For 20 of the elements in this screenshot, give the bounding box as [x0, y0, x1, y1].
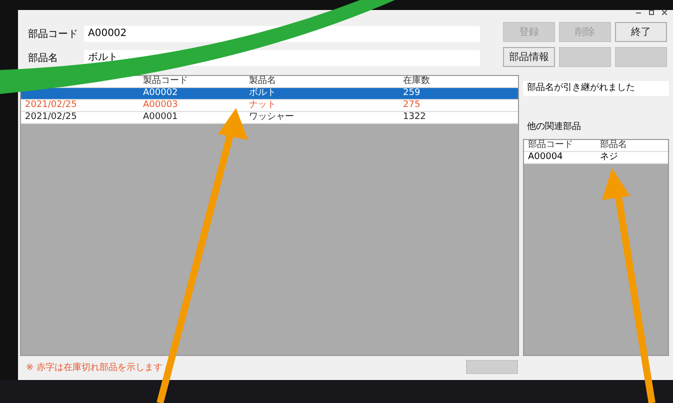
note-text: ※ 赤字は在庫切れ部品を示します — [26, 362, 162, 374]
table-row[interactable]: A00002 ボルト 259 — [21, 88, 518, 100]
table-row[interactable]: 2021/02/25 A00001 ワッシャー 1322 — [21, 112, 518, 124]
column-header: 部品名 — [599, 140, 628, 151]
column-header: 部品コード — [527, 140, 574, 151]
related-label: 他の関連部品 — [527, 120, 582, 133]
column-header: 製品コード — [142, 76, 189, 87]
table-cell-text: ネジ — [599, 152, 619, 163]
table-cell-text: A00004 — [527, 152, 564, 163]
field-label: 部品コード — [27, 28, 79, 41]
close-icon[interactable] — [662, 10, 667, 15]
table-row[interactable]: 2021/02/25 A00003 ナット 275 — [21, 100, 518, 112]
maximize-icon[interactable] — [649, 10, 654, 15]
message-field: 部品名が引き継がれました — [523, 81, 669, 96]
column-header: 在庫数 — [402, 76, 431, 87]
form-button[interactable]: 終了 — [615, 22, 667, 42]
form-button[interactable]: 部品情報 — [503, 47, 555, 67]
minimize-icon[interactable] — [636, 10, 641, 15]
field-label: 部品名 — [27, 52, 59, 65]
column-header: 製品名 — [248, 76, 277, 87]
